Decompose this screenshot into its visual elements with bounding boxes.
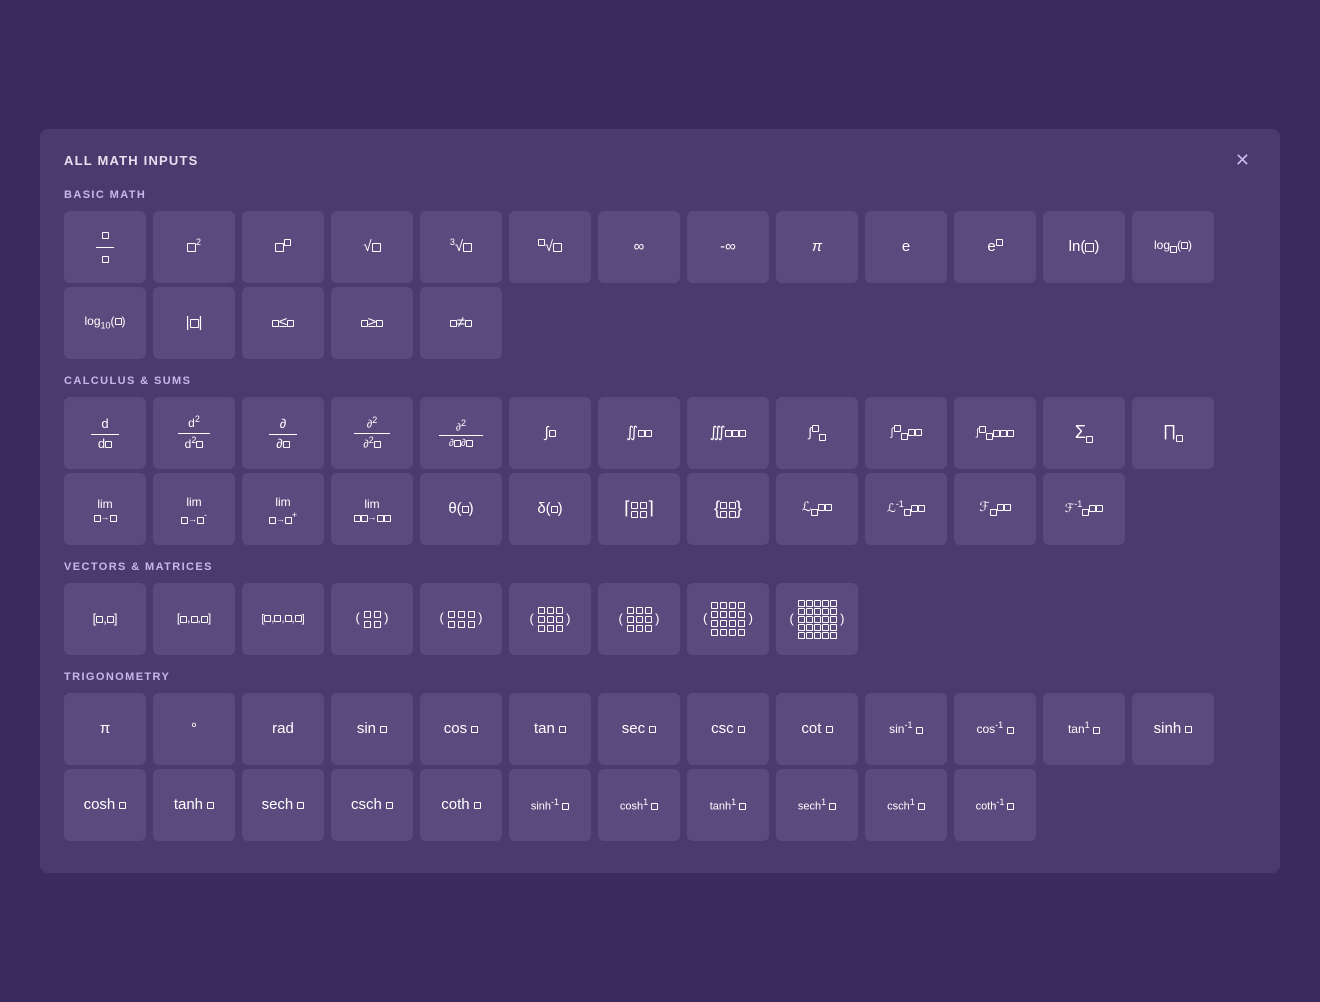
btn-e[interactable]: e xyxy=(865,211,947,283)
btn-log10[interactable]: log10() xyxy=(64,287,146,359)
section-label-basic-math: BASIC MATH xyxy=(64,189,1256,201)
btn-rad[interactable]: rad xyxy=(242,693,324,765)
btn-cbrt[interactable]: 3√ xyxy=(420,211,502,283)
btn-mat23-paren[interactable]: ( ) xyxy=(420,583,502,655)
btn-cos[interactable]: cos xyxy=(420,693,502,765)
btn-deriv2[interactable]: d2 d2 xyxy=(153,397,235,469)
btn-triple-integral[interactable]: ∭ xyxy=(687,397,769,469)
btn-infinity[interactable]: ∞ xyxy=(598,211,680,283)
btn-partial-mixed[interactable]: ∂2 ∂∂ xyxy=(420,397,502,469)
trig-grid-1: π ° rad sin cos tan sec csc cot sin-1 xyxy=(64,693,1256,765)
btn-def-integral3[interactable]: ∫ xyxy=(954,397,1036,469)
btn-csc[interactable]: csc xyxy=(687,693,769,765)
btn-vec2[interactable]: [,] xyxy=(64,583,146,655)
vectors-grid: [,] [,,] [,,,] ( ) ( ) ( xyxy=(64,583,1256,655)
btn-arcsinh[interactable]: sinh-1 xyxy=(509,769,591,841)
btn-coth[interactable]: coth xyxy=(420,769,502,841)
btn-mat55-bracket[interactable]: ( ) xyxy=(776,583,858,655)
btn-sqrt[interactable]: √ xyxy=(331,211,413,283)
btn-theta[interactable]: θ() xyxy=(420,473,502,545)
btn-product[interactable]: ∏ xyxy=(1132,397,1214,469)
btn-lim[interactable]: lim → xyxy=(64,473,146,545)
btn-arcsech[interactable]: sech1 xyxy=(776,769,858,841)
btn-tanh[interactable]: tanh xyxy=(153,769,235,841)
btn-neq[interactable]: ≠ xyxy=(420,287,502,359)
btn-pi-trig[interactable]: π xyxy=(64,693,146,765)
btn-sum[interactable]: Σ xyxy=(1043,397,1125,469)
btn-matrix-bracket-1[interactable]: ⌈⌉ xyxy=(598,473,680,545)
btn-vec4[interactable]: [,,,] xyxy=(242,583,324,655)
btn-arccsch[interactable]: csch1 xyxy=(865,769,947,841)
btn-leq[interactable]: ≤ xyxy=(242,287,324,359)
btn-lim-minus[interactable]: lim →- xyxy=(153,473,235,545)
btn-laplace[interactable]: ℒ xyxy=(776,473,858,545)
section-label-vectors: VECTORS & MATRICES xyxy=(64,561,1256,573)
btn-double-integral[interactable]: ∬ xyxy=(598,397,680,469)
btn-nthrt[interactable]: √ xyxy=(509,211,591,283)
section-label-calculus: CALCULUS & SUMS xyxy=(64,375,1256,387)
btn-def-integral[interactable]: ∫ xyxy=(776,397,858,469)
dialog-header: ALL MATH INPUTS ✕ xyxy=(64,149,1256,171)
btn-arctanh[interactable]: tanh1 xyxy=(687,769,769,841)
btn-fourier-inv[interactable]: ℱ-1 xyxy=(1043,473,1125,545)
dialog-title: ALL MATH INPUTS xyxy=(64,153,199,168)
calculus-grid-1: d d d2 d2 ∂ ∂ xyxy=(64,397,1256,469)
btn-sec[interactable]: sec xyxy=(598,693,680,765)
btn-mat33-bracket[interactable]: ( ) xyxy=(598,583,680,655)
btn-def-integral2[interactable]: ∫ xyxy=(865,397,947,469)
btn-pi[interactable]: π xyxy=(776,211,858,283)
btn-lim-arr[interactable]: lim → xyxy=(331,473,413,545)
btn-ln[interactable]: ln() xyxy=(1043,211,1125,283)
btn-laplace-inv[interactable]: ℒ-1 xyxy=(865,473,947,545)
btn-geq[interactable]: ≥ xyxy=(331,287,413,359)
btn-partial[interactable]: ∂ ∂ xyxy=(242,397,324,469)
btn-integral[interactable]: ∫ xyxy=(509,397,591,469)
btn-lim-plus[interactable]: lim →+ xyxy=(242,473,324,545)
btn-sin[interactable]: sin xyxy=(331,693,413,765)
all-math-inputs-dialog: ALL MATH INPUTS ✕ BASIC MATH 2 √ 3√ xyxy=(40,129,1280,873)
btn-power[interactable] xyxy=(242,211,324,283)
basic-math-grid-2: log10() || ≤ ≥ ≠ xyxy=(64,287,1256,359)
btn-matrix-brace-1[interactable]: {} xyxy=(687,473,769,545)
btn-arcsin[interactable]: sin-1 xyxy=(865,693,947,765)
close-button[interactable]: ✕ xyxy=(1229,149,1256,171)
btn-log[interactable]: log() xyxy=(1132,211,1214,283)
btn-vec3[interactable]: [,,] xyxy=(153,583,235,655)
btn-sech[interactable]: sech xyxy=(242,769,324,841)
btn-mat33-paren[interactable]: ( ) xyxy=(509,583,591,655)
btn-csch[interactable]: csch xyxy=(331,769,413,841)
btn-deg[interactable]: ° xyxy=(153,693,235,765)
btn-cot[interactable]: cot xyxy=(776,693,858,765)
btn-mat22-paren[interactable]: ( ) xyxy=(331,583,413,655)
btn-arccosh[interactable]: cosh1 xyxy=(598,769,680,841)
btn-cosh[interactable]: cosh xyxy=(64,769,146,841)
btn-partial2[interactable]: ∂2 ∂2 xyxy=(331,397,413,469)
btn-tan[interactable]: tan xyxy=(509,693,591,765)
btn-arccos[interactable]: cos-1 xyxy=(954,693,1036,765)
section-label-trig: TRIGONOMETRY xyxy=(64,671,1256,683)
btn-fourier[interactable]: ℱ xyxy=(954,473,1036,545)
basic-math-grid: 2 √ 3√ √ ∞ -∞ π e e ln() xyxy=(64,211,1256,283)
btn-neg-infinity[interactable]: -∞ xyxy=(687,211,769,283)
btn-arctan[interactable]: tan1 xyxy=(1043,693,1125,765)
btn-deriv[interactable]: d d xyxy=(64,397,146,469)
trig-grid-2: cosh tanh sech csch coth sinh-1 cosh1 ta… xyxy=(64,769,1256,841)
btn-abs[interactable]: || xyxy=(153,287,235,359)
btn-fraction[interactable] xyxy=(64,211,146,283)
calculus-grid-2: lim → lim →- lim →+ xyxy=(64,473,1256,545)
btn-square[interactable]: 2 xyxy=(153,211,235,283)
btn-delta[interactable]: δ() xyxy=(509,473,591,545)
btn-exp[interactable]: e xyxy=(954,211,1036,283)
btn-mat44-bracket[interactable]: ( ) xyxy=(687,583,769,655)
btn-sinh[interactable]: sinh xyxy=(1132,693,1214,765)
btn-arccoth[interactable]: coth-1 xyxy=(954,769,1036,841)
